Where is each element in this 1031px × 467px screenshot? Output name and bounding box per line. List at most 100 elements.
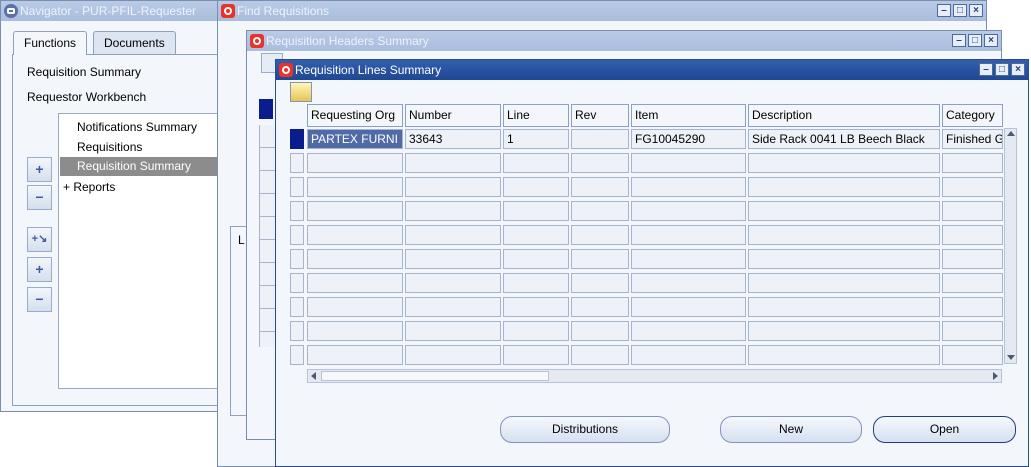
scroll-up-arrow-icon[interactable]	[1007, 131, 1015, 136]
horizontal-scrollbar[interactable]	[307, 369, 1002, 383]
expand-branch-button[interactable]: +↘	[27, 227, 52, 252]
list-item-notifications-summary[interactable]: Notifications Summary	[77, 120, 197, 134]
row-selector[interactable]	[290, 249, 304, 269]
empty-cell[interactable]	[748, 297, 940, 317]
empty-cell[interactable]	[503, 345, 569, 365]
empty-cell[interactable]	[631, 201, 746, 221]
empty-cell[interactable]	[631, 249, 746, 269]
empty-cell[interactable]	[307, 177, 403, 197]
lines-titlebar[interactable]: Requisition Lines Summary – □ ×	[276, 60, 1028, 80]
cell-number[interactable]: 33643	[405, 129, 501, 149]
empty-cell[interactable]	[942, 345, 1003, 365]
empty-cell[interactable]	[405, 249, 501, 269]
empty-cell[interactable]	[503, 297, 569, 317]
empty-cell[interactable]	[942, 177, 1003, 197]
empty-cell[interactable]	[942, 273, 1003, 293]
empty-cell[interactable]	[571, 321, 629, 341]
row-selector-current[interactable]	[290, 129, 304, 149]
empty-cell[interactable]	[405, 153, 501, 173]
empty-cell[interactable]	[942, 225, 1003, 245]
collapse-button[interactable]: −	[27, 185, 52, 210]
empty-cell[interactable]	[571, 225, 629, 245]
cell-category[interactable]: Finished G	[942, 129, 1003, 149]
empty-cell[interactable]	[503, 321, 569, 341]
empty-cell[interactable]	[405, 225, 501, 245]
expand-all-button[interactable]: +	[27, 257, 52, 282]
empty-cell[interactable]	[307, 201, 403, 221]
empty-cell[interactable]	[307, 297, 403, 317]
row-selector[interactable]	[290, 225, 304, 245]
cell-item[interactable]: FG10045290	[631, 129, 746, 149]
row-selector[interactable]	[290, 201, 304, 221]
top-link-requestor-workbench[interactable]: Requestor Workbench	[27, 90, 146, 104]
empty-cell[interactable]	[942, 201, 1003, 221]
empty-cell[interactable]	[631, 177, 746, 197]
empty-cell[interactable]	[748, 225, 940, 245]
empty-cell[interactable]	[571, 153, 629, 173]
top-link-requisition-summary[interactable]: Requisition Summary	[27, 65, 141, 79]
row-selector[interactable]	[290, 273, 304, 293]
cell-rev[interactable]	[571, 129, 629, 149]
row-selector[interactable]	[290, 297, 304, 317]
minimize-icon[interactable]: –	[937, 4, 951, 17]
empty-cell[interactable]	[571, 249, 629, 269]
empty-cell[interactable]	[503, 225, 569, 245]
empty-cell[interactable]	[307, 153, 403, 173]
column-header-requesting-org[interactable]: Requesting Org	[307, 104, 403, 127]
folder-icon[interactable]	[290, 82, 312, 102]
empty-cell[interactable]	[503, 273, 569, 293]
empty-cell[interactable]	[405, 345, 501, 365]
empty-cell[interactable]	[307, 273, 403, 293]
empty-cell[interactable]	[571, 297, 629, 317]
headers-titlebar[interactable]: Requisition Headers Summary – □ ×	[247, 31, 1001, 51]
empty-cell[interactable]	[942, 153, 1003, 173]
close-icon[interactable]: ×	[1011, 63, 1025, 76]
tab-functions[interactable]: Functions	[13, 31, 88, 55]
empty-cell[interactable]	[631, 297, 746, 317]
column-header-number[interactable]: Number	[405, 104, 501, 127]
maximize-icon[interactable]: □	[995, 63, 1009, 76]
empty-cell[interactable]	[307, 249, 403, 269]
empty-cell[interactable]	[631, 321, 746, 341]
row-selector[interactable]	[290, 321, 304, 341]
list-item-requisition-summary[interactable]: Requisition Summary	[60, 157, 231, 176]
empty-cell[interactable]	[405, 201, 501, 221]
empty-cell[interactable]	[748, 321, 940, 341]
empty-cell[interactable]	[503, 153, 569, 173]
list-item-requisitions[interactable]: Requisitions	[77, 140, 142, 154]
empty-cell[interactable]	[503, 249, 569, 269]
empty-cell[interactable]	[571, 201, 629, 221]
cell-description[interactable]: Side Rack 0041 LB Beech Black	[748, 129, 940, 149]
collapse-all-button[interactable]: −	[27, 287, 52, 312]
list-item-reports[interactable]: + Reports	[63, 180, 115, 194]
row-selector[interactable]	[290, 153, 304, 173]
empty-cell[interactable]	[748, 345, 940, 365]
empty-cell[interactable]	[571, 177, 629, 197]
empty-cell[interactable]	[748, 249, 940, 269]
row-selector[interactable]	[290, 345, 304, 365]
empty-cell[interactable]	[571, 345, 629, 365]
empty-cell[interactable]	[307, 225, 403, 245]
empty-cell[interactable]	[748, 273, 940, 293]
empty-cell[interactable]	[307, 321, 403, 341]
empty-cell[interactable]	[942, 297, 1003, 317]
new-button[interactable]: New	[720, 416, 862, 443]
expand-button[interactable]: +	[27, 157, 52, 182]
row-selector[interactable]	[290, 177, 304, 197]
scroll-down-arrow-icon[interactable]	[1007, 355, 1015, 360]
empty-cell[interactable]	[631, 273, 746, 293]
empty-cell[interactable]	[942, 321, 1003, 341]
tab-documents[interactable]: Documents	[93, 31, 176, 55]
column-header-line[interactable]: Line	[503, 104, 569, 127]
empty-cell[interactable]	[405, 321, 501, 341]
maximize-icon[interactable]: □	[953, 4, 967, 17]
minimize-icon[interactable]: –	[952, 34, 966, 47]
close-icon[interactable]: ×	[969, 4, 983, 17]
column-header-description[interactable]: Description	[748, 104, 940, 127]
empty-cell[interactable]	[405, 297, 501, 317]
empty-cell[interactable]	[571, 273, 629, 293]
minimize-icon[interactable]: –	[979, 63, 993, 76]
open-button[interactable]: Open	[873, 416, 1016, 443]
empty-cell[interactable]	[631, 153, 746, 173]
navigator-titlebar[interactable]: Navigator - PUR-PFIL-Requester	[1, 1, 231, 21]
